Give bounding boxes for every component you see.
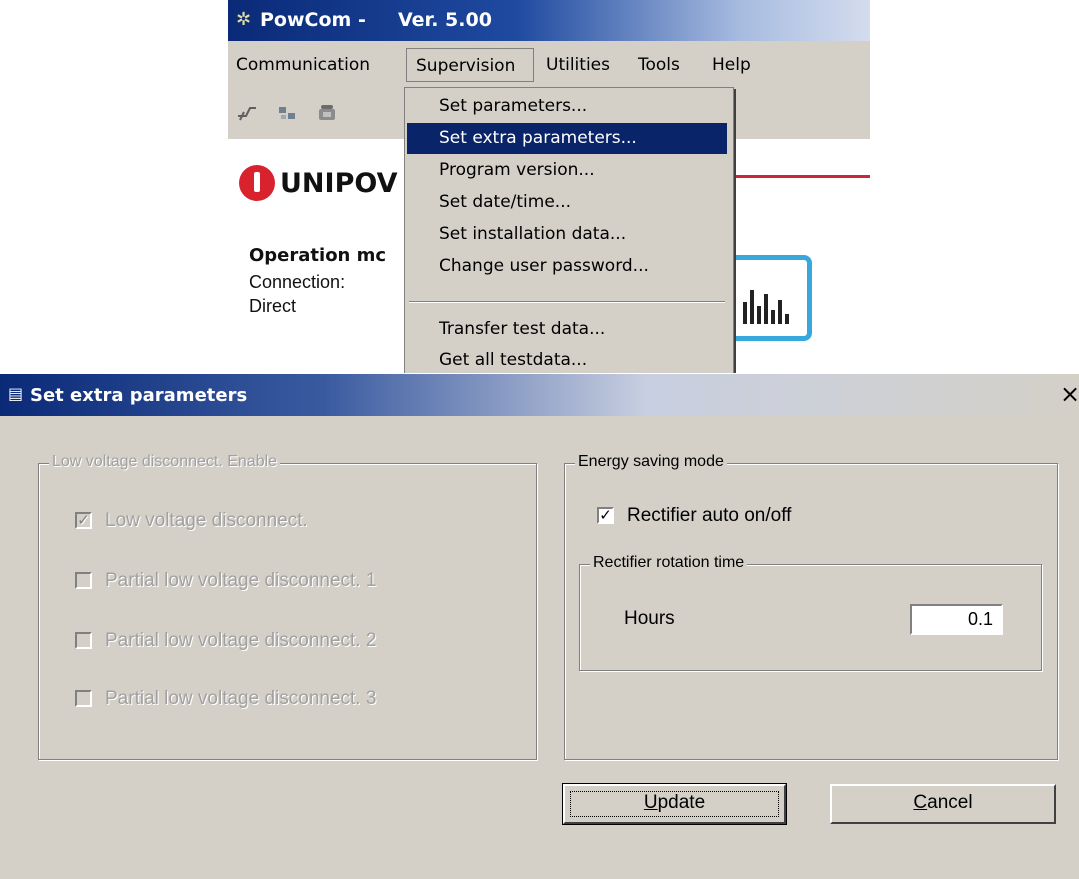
supervision-dropdown-menu: Set parameters... Set extra parameters..… xyxy=(404,87,734,373)
menu-item-set-parameters[interactable]: Set parameters... xyxy=(407,91,727,122)
cancel-label-rest: ancel xyxy=(927,792,973,813)
menu-separator xyxy=(409,301,725,303)
menu-help[interactable]: Help xyxy=(712,55,751,75)
hours-label: Hours xyxy=(624,608,675,629)
lvd-group-title: Low voltage disconnect. Enable xyxy=(49,453,281,471)
menu-item-set-date-time[interactable]: Set date/time... xyxy=(407,187,727,218)
phone-icon[interactable] xyxy=(316,104,338,122)
lvd-group: Low voltage disconnect. Enable ✓ Low vol… xyxy=(38,453,537,760)
energy-saving-group: Energy saving mode ✓ Rectifier auto on/o… xyxy=(564,453,1058,760)
focus-rect xyxy=(570,791,779,817)
app-version: Ver. 5.00 xyxy=(398,9,492,31)
cancel-mnemonic: C xyxy=(913,792,928,813)
plvd1-checkbox-label: Partial low voltage disconnect. 1 xyxy=(105,570,377,591)
menu-tools[interactable]: Tools xyxy=(638,55,680,75)
menu-communication[interactable]: Communication xyxy=(236,55,370,75)
bar-graph-icon[interactable] xyxy=(726,255,812,341)
plvd3-checkbox-label: Partial low voltage disconnect. 3 xyxy=(105,688,377,709)
rectifier-auto-checkbox[interactable]: ✓ xyxy=(597,507,614,524)
header-red-line xyxy=(718,175,870,178)
close-icon[interactable]: × xyxy=(1060,380,1079,408)
main-window: ✲ PowCom - Ver. 5.00 Communication Super… xyxy=(228,0,870,373)
operation-mode-label: Operation mc xyxy=(249,245,387,266)
app-title: PowCom - xyxy=(260,9,366,31)
menu-item-transfer-test-data[interactable]: Transfer test data... xyxy=(407,314,727,345)
main-title-bar: ✲ PowCom - Ver. 5.00 xyxy=(228,0,870,41)
menu-item-set-installation-data[interactable]: Set installation data... xyxy=(407,219,727,250)
menu-supervision[interactable]: Supervision xyxy=(406,48,534,82)
rotation-time-group-title: Rectifier rotation time xyxy=(590,554,748,572)
lvd-checkbox-label: Low voltage disconnect. xyxy=(105,510,308,531)
dialog-window-icon: ▤ xyxy=(8,384,24,403)
set-extra-parameters-dialog: ▤ Set extra parameters × Low voltage dis… xyxy=(0,374,1079,879)
network-icon[interactable] xyxy=(276,104,298,122)
menu-bar: Communication Supervision Utilities Tool… xyxy=(228,41,870,89)
plvd3-checkbox xyxy=(75,690,92,707)
connection-label: Connection: xyxy=(249,272,346,292)
dialog-title: Set extra parameters xyxy=(30,385,248,406)
energy-saving-group-title: Energy saving mode xyxy=(575,453,727,471)
cancel-button[interactable]: Cancel xyxy=(830,784,1056,824)
power-symbol xyxy=(254,172,260,192)
menu-item-get-all-testdata[interactable]: Get all testdata... xyxy=(407,345,727,373)
menu-item-program-version[interactable]: Program version... xyxy=(407,155,727,186)
menu-utilities[interactable]: Utilities xyxy=(546,55,610,75)
logo-text: UNIPOV xyxy=(280,168,398,199)
hours-input[interactable] xyxy=(910,604,1003,635)
connection-value: Direct xyxy=(249,296,297,316)
dialog-title-bar: ▤ Set extra parameters × xyxy=(0,374,1079,416)
connect-icon[interactable] xyxy=(236,104,258,122)
menu-supervision-label: Supervision xyxy=(416,56,516,76)
rotation-time-group: Rectifier rotation time Hours xyxy=(579,554,1042,671)
plvd2-checkbox-label: Partial low voltage disconnect. 2 xyxy=(105,630,377,651)
lvd-checkbox: ✓ xyxy=(75,512,92,529)
plvd1-checkbox xyxy=(75,572,92,589)
app-icon: ✲ xyxy=(236,9,252,30)
update-button[interactable]: Update xyxy=(562,783,787,825)
menu-item-change-user-password[interactable]: Change user password... xyxy=(407,251,727,282)
rectifier-auto-label: Rectifier auto on/off xyxy=(627,505,792,526)
menu-item-set-extra-parameters[interactable]: Set extra parameters... xyxy=(407,123,727,154)
plvd2-checkbox xyxy=(75,632,92,649)
